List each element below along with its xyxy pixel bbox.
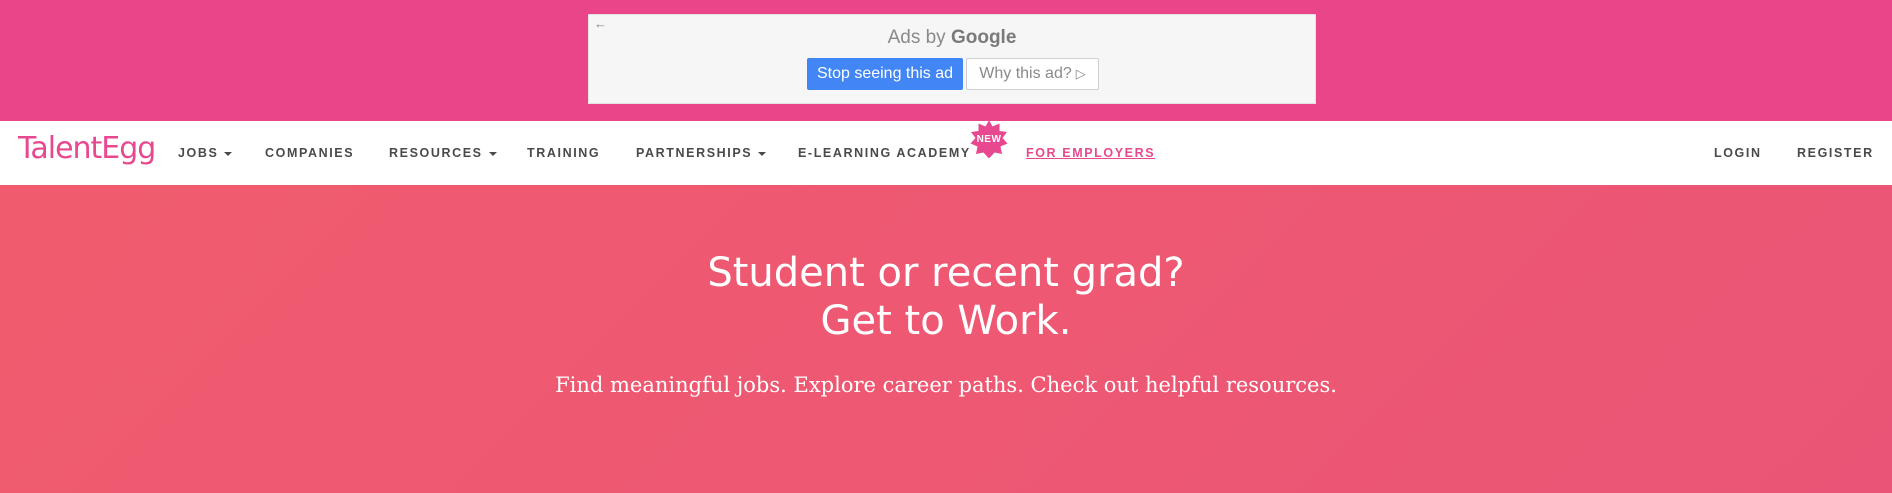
- nav-register-label: Register: [1797, 146, 1874, 160]
- nav-companies[interactable]: Companies: [265, 121, 354, 185]
- nav-login[interactable]: Login: [1714, 121, 1762, 185]
- talentegg-logo[interactable]: TalentEgg: [18, 131, 156, 166]
- nav-training[interactable]: Training: [527, 121, 600, 185]
- ads-by-google-label: Ads by Google: [589, 27, 1315, 49]
- nav-login-label: Login: [1714, 146, 1762, 160]
- nav-jobs-label: Jobs: [178, 146, 219, 160]
- main-navbar: TalentEgg Jobs Companies Resources Train…: [0, 121, 1892, 185]
- google-ad: ← Ads by Google Stop seeing this ad Why …: [588, 14, 1316, 104]
- nav-partnerships[interactable]: Partnerships: [636, 121, 767, 185]
- new-badge-label: NEW: [976, 134, 1002, 145]
- nav-resources[interactable]: Resources: [389, 121, 497, 185]
- nav-resources-label: Resources: [389, 146, 483, 160]
- nav-register[interactable]: Register: [1797, 121, 1874, 185]
- stop-seeing-ad-button[interactable]: Stop seeing this ad: [807, 58, 963, 90]
- chevron-down-icon: [224, 151, 233, 156]
- chevron-down-icon: [488, 151, 497, 156]
- ad-banner-area: ← Ads by Google Stop seeing this ad Why …: [0, 0, 1892, 121]
- nav-training-label: Training: [527, 146, 601, 160]
- nav-jobs[interactable]: Jobs: [178, 121, 233, 185]
- ads-by-text: Ads by: [887, 27, 946, 48]
- nav-for-employers[interactable]: For Employers: [1026, 121, 1155, 185]
- hero-subtitle: Find meaningful jobs. Explore career pat…: [555, 373, 1337, 397]
- nav-elearning-academy[interactable]: E-Learning Academy: [798, 121, 971, 185]
- nav-elearning-label: E-Learning Academy: [798, 146, 971, 160]
- hero-title-line2: Get to Work.: [820, 298, 1072, 344]
- google-text: Google: [950, 27, 1017, 48]
- why-this-ad-label: Why this ad?: [979, 65, 1072, 82]
- nav-companies-label: Companies: [265, 146, 355, 160]
- new-badge: NEW: [969, 120, 1009, 160]
- why-this-ad-button[interactable]: Why this ad? ▷: [966, 58, 1099, 90]
- chevron-down-icon: [758, 151, 767, 156]
- info-triangle-icon: ▷: [1075, 66, 1086, 81]
- hero-title: Student or recent grad? Get to Work.: [0, 249, 1892, 345]
- nav-employers-label: For Employers: [1026, 146, 1156, 160]
- hero-title-line1: Student or recent grad?: [707, 250, 1185, 296]
- hero-section: Student or recent grad? Get to Work. Fin…: [0, 185, 1892, 493]
- nav-partnerships-label: Partnerships: [636, 146, 753, 160]
